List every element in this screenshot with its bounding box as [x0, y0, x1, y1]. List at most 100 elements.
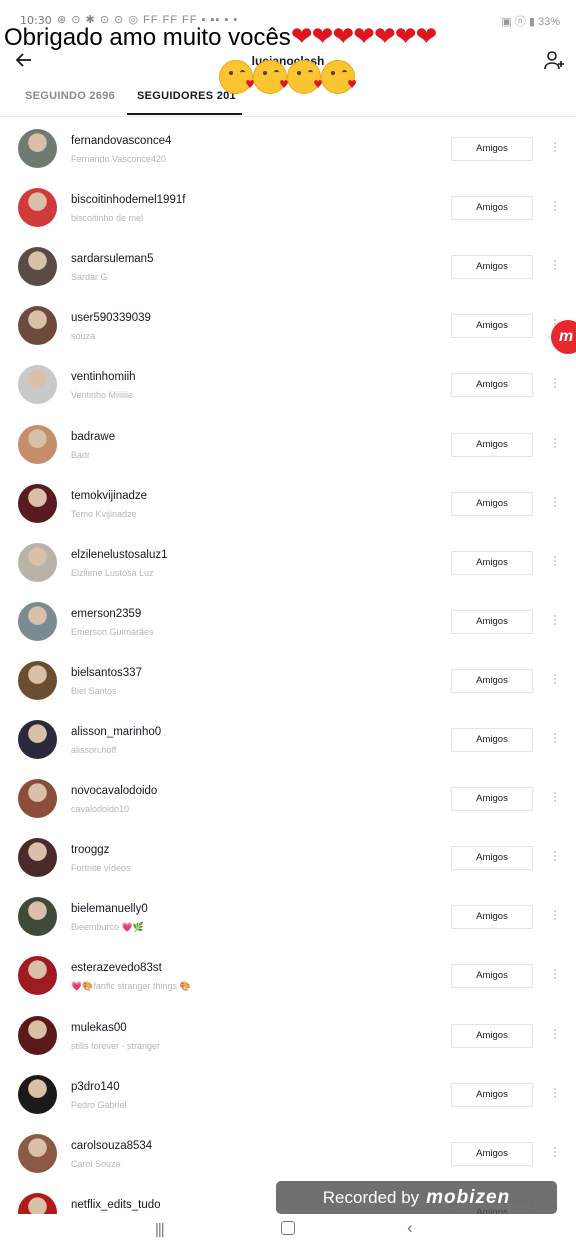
- friends-button[interactable]: Amigos: [451, 1023, 533, 1048]
- back-icon[interactable]: ‹: [407, 1218, 413, 1238]
- follower-username[interactable]: elzilenelustosaluz1: [71, 549, 168, 561]
- add-user-icon[interactable]: [542, 50, 566, 72]
- follower-row[interactable]: fernandovasconce4 Fernando Vasconce420 Ami…: [0, 118, 576, 177]
- avatar[interactable]: [18, 129, 57, 168]
- more-options-icon[interactable]: [552, 1086, 558, 1102]
- friends-button[interactable]: Amigos: [451, 964, 533, 989]
- avatar[interactable]: [18, 601, 57, 641]
- avatar[interactable]: [18, 720, 57, 759]
- friends-button[interactable]: Amigos: [451, 432, 533, 457]
- more-options-icon[interactable]: [552, 967, 558, 983]
- friends-button[interactable]: Amigos: [451, 137, 533, 161]
- mobizen-logo: mobizen: [426, 1186, 511, 1208]
- more-options-icon[interactable]: [552, 554, 558, 570]
- follower-username[interactable]: emerson2359: [71, 608, 141, 620]
- follower-username[interactable]: bielsantos337: [71, 667, 142, 679]
- avatar[interactable]: [18, 188, 57, 228]
- friends-button[interactable]: Amigos: [451, 728, 533, 752]
- kiss-emoji-icon: ♥: [253, 60, 289, 94]
- follower-row[interactable]: trooggz Fortnite vídeos Amigos: [0, 827, 576, 886]
- more-options-icon[interactable]: [552, 849, 558, 865]
- follower-username[interactable]: bielemanuelly0: [71, 903, 148, 915]
- follower-row[interactable]: biscoitinhodemel1991f biscoitinho de mel A…: [0, 177, 576, 236]
- follower-row[interactable]: badrawe Badr Amigos: [0, 414, 576, 473]
- follower-username[interactable]: user590339039: [71, 312, 151, 324]
- follower-row[interactable]: carolsouza8534 Carol Souza Amigos: [0, 1123, 576, 1182]
- avatar[interactable]: [18, 897, 57, 937]
- avatar[interactable]: [18, 306, 57, 346]
- follower-row[interactable]: bielemanuelly0 Bieemburco 💗🌿 Amigos: [0, 886, 576, 945]
- avatar[interactable]: [18, 483, 57, 523]
- follower-row[interactable]: p3dro140 Pedro Gabriel Amigos: [0, 1064, 576, 1123]
- follower-username[interactable]: ventinhomiih: [71, 371, 136, 383]
- follower-username[interactable]: esterazevedo83st: [71, 962, 162, 974]
- avatar[interactable]: [18, 424, 57, 464]
- avatar[interactable]: [18, 1133, 57, 1173]
- follower-username[interactable]: alisson_marinho0: [71, 726, 161, 738]
- follower-row[interactable]: elzilenelustosaluz1 Elzilene Lustosa Luz A…: [0, 532, 576, 591]
- follower-username[interactable]: sardarsuleman5: [71, 253, 153, 265]
- more-options-icon[interactable]: [552, 258, 558, 274]
- avatar[interactable]: [18, 956, 57, 996]
- follower-username[interactable]: biscoitinhodemel1991f: [71, 194, 185, 206]
- more-options-icon[interactable]: [552, 1145, 558, 1161]
- more-options-icon[interactable]: [552, 1027, 558, 1043]
- friends-button[interactable]: Amigos: [451, 196, 533, 221]
- follower-row[interactable]: ventinhomiih Ventinho Miiiiiie Amigos: [0, 354, 576, 413]
- follower-row[interactable]: mulekas00 stills forever - stranger Amigos: [0, 1005, 576, 1064]
- follower-row[interactable]: alisson_marinho0 alisson.hoff Amigos: [0, 709, 576, 768]
- follower-username[interactable]: p3dro140: [71, 1081, 120, 1093]
- follower-nickname: biscoitinho de mel: [71, 213, 144, 224]
- avatar[interactable]: [18, 1015, 57, 1055]
- follower-row[interactable]: temokvijinadze Temo Kvijinadze Amigos: [0, 473, 576, 532]
- friends-button[interactable]: Amigos: [451, 314, 533, 339]
- more-options-icon[interactable]: [552, 613, 558, 629]
- more-options-icon[interactable]: [552, 790, 558, 806]
- more-options-icon[interactable]: [552, 908, 558, 924]
- follower-nickname: cavalodoido10: [71, 804, 130, 815]
- friends-button[interactable]: Amigos: [451, 1082, 533, 1107]
- avatar[interactable]: [18, 542, 57, 582]
- follower-username[interactable]: fernandovasconce4: [71, 135, 171, 147]
- friends-button[interactable]: Amigos: [451, 1141, 533, 1166]
- follower-username[interactable]: badrawe: [71, 431, 115, 443]
- follower-username[interactable]: trooggz: [71, 844, 109, 856]
- more-options-icon[interactable]: [552, 376, 558, 392]
- more-options-icon[interactable]: [552, 199, 558, 215]
- friends-button[interactable]: Amigos: [451, 668, 533, 693]
- avatar[interactable]: [18, 838, 57, 878]
- follower-row[interactable]: sardarsuleman5 Sardar G Amigos: [0, 236, 576, 295]
- more-options-icon[interactable]: [552, 672, 558, 688]
- avatar[interactable]: [18, 247, 57, 287]
- kiss-emoji-icon: ♥: [219, 60, 255, 94]
- more-options-icon[interactable]: [552, 140, 558, 156]
- follower-row[interactable]: emerson2359 Emerson Guimarães Amigos: [0, 591, 576, 650]
- recent-apps-icon[interactable]: |||: [155, 1221, 165, 1238]
- more-options-icon[interactable]: [552, 436, 558, 452]
- friends-button[interactable]: Amigos: [451, 787, 533, 812]
- avatar[interactable]: [18, 660, 57, 700]
- follower-username[interactable]: carolsouza8534: [71, 1140, 152, 1152]
- friends-button[interactable]: Amigos: [451, 491, 533, 516]
- friends-button[interactable]: Amigos: [451, 846, 533, 871]
- follower-username[interactable]: temokvijinadze: [71, 490, 147, 502]
- friends-button[interactable]: Amigos: [451, 255, 533, 280]
- friends-button[interactable]: Amigos: [451, 373, 533, 398]
- home-icon[interactable]: [281, 1221, 295, 1235]
- avatar[interactable]: [18, 1074, 57, 1114]
- more-options-icon[interactable]: [552, 731, 558, 747]
- follower-username[interactable]: novocavalodoido: [71, 785, 157, 797]
- follower-username[interactable]: netflix_edits_tudo: [71, 1199, 161, 1211]
- friends-button[interactable]: Amigos: [451, 550, 533, 575]
- avatar[interactable]: [18, 779, 57, 819]
- avatar[interactable]: [18, 365, 57, 405]
- follower-row[interactable]: novocavalodoido cavalodoido10 Amigos: [0, 768, 576, 827]
- tab-following[interactable]: SEGUINDO 2696: [25, 90, 115, 102]
- follower-row[interactable]: bielsantos337 Biel Santos Amigos: [0, 650, 576, 709]
- follower-row[interactable]: esterazevedo83st 💗🎨fanfic stranger things…: [0, 945, 576, 1004]
- more-options-icon[interactable]: [552, 495, 558, 511]
- friends-button[interactable]: Amigos: [451, 905, 533, 930]
- friends-button[interactable]: Amigos: [451, 609, 533, 634]
- follower-username[interactable]: mulekas00: [71, 1022, 127, 1034]
- follower-row[interactable]: user590339039 souza Amigos: [0, 295, 576, 354]
